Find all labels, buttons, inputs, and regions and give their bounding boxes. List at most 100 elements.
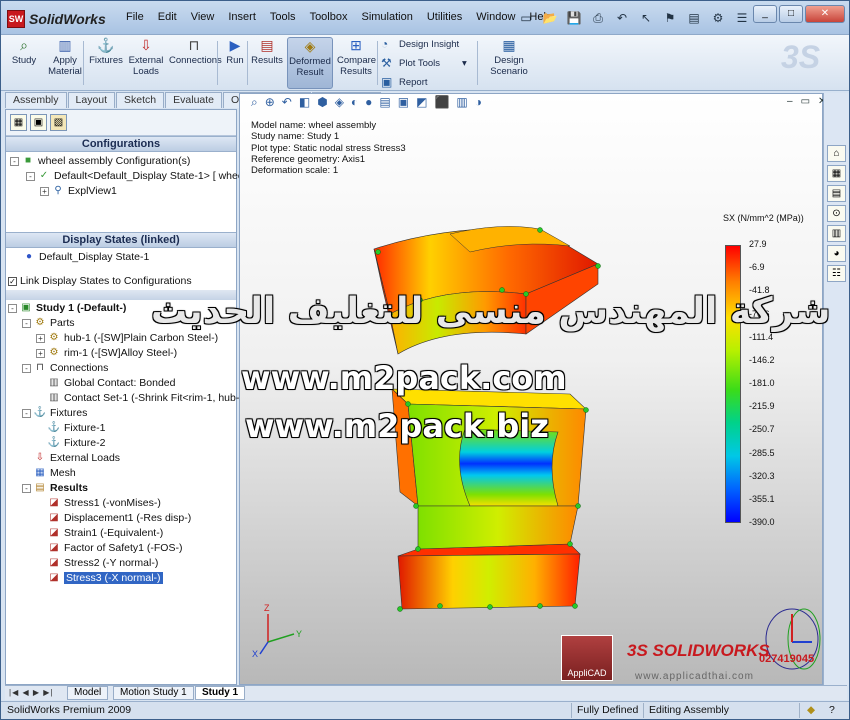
list-icon[interactable]: ☰ [732, 9, 752, 27]
fixtures-button[interactable]: ⚓ Fixtures [89, 37, 123, 89]
options-icon[interactable]: ⚙ [708, 9, 728, 27]
expand-toggle-icon[interactable]: + [40, 186, 49, 196]
display-style-icon[interactable]: ◈ [335, 95, 344, 110]
design-scenario-button[interactable]: ▦ Design Scenario [489, 37, 529, 89]
apply-material-button[interactable]: ▥ Apply Material [45, 37, 85, 89]
previous-view-icon[interactable]: ↶ [282, 95, 292, 110]
file-properties-icon[interactable]: ▤ [684, 9, 704, 27]
plot-tools-button[interactable]: ⚒ Plot Tools ▾ [381, 56, 467, 70]
file-explorer-icon[interactable]: ▤ [827, 185, 846, 202]
hide-show-icon[interactable]: ◐ [351, 95, 358, 110]
rebuild-status-icon[interactable]: ◆ [807, 704, 815, 716]
study-tree-item[interactable]: ◪ Factor of Safety1 (-FOS-) [36, 542, 182, 554]
viewport-restore-icon[interactable]: ▭ [801, 96, 810, 107]
edit-appearance-icon[interactable]: ● [365, 95, 372, 110]
bottom-tab-study-1[interactable]: Study 1 [195, 686, 246, 700]
study-tree-item[interactable]: ◪ Stress2 (-Y normal-) [36, 557, 158, 569]
feature-manager-tab-icon[interactable]: ▦ [10, 114, 27, 131]
external-loads-button[interactable]: ⇩ External Loads [127, 37, 165, 89]
maximize-button[interactable]: □ [779, 5, 803, 23]
rebuild-icon[interactable]: ⚑ [660, 9, 680, 27]
property-manager-tab-icon[interactable]: ▣ [30, 114, 47, 131]
design-library-icon[interactable]: ▦ [827, 165, 846, 182]
study-tree-item[interactable]: ◪ Displacement1 (-Res disp-) [36, 512, 191, 524]
expand-toggle-icon[interactable]: - [22, 363, 31, 373]
tab-assembly[interactable]: Assembly [5, 92, 67, 108]
shadow-icon[interactable]: ◩ [416, 95, 427, 110]
report-button[interactable]: ▣ Report [381, 75, 428, 89]
expand-toggle-icon[interactable]: - [22, 408, 31, 418]
cube-icon[interactable]: ⬛ [434, 95, 449, 110]
study-tree-item[interactable]: ⇩ External Loads [22, 452, 120, 464]
help-icon[interactable]: ? [829, 704, 835, 716]
display-state-item[interactable]: ● Default_Display State-1 [22, 251, 149, 263]
undo-icon[interactable]: ↶ [612, 9, 632, 27]
print-icon[interactable]: ⎙ [588, 9, 608, 27]
expand-toggle-icon[interactable]: - [10, 156, 19, 166]
study-tree-item[interactable]: ⚓ Fixture-2 [36, 437, 106, 449]
connections-button[interactable]: ⊓ Connections [169, 37, 222, 89]
custom-properties-icon[interactable]: ☷ [827, 265, 846, 282]
tab-sketch[interactable]: Sketch [116, 92, 165, 108]
tab-scroll-arrows[interactable]: |◀ ◀ ▶ ▶| [9, 688, 53, 697]
menu-item-utilities[interactable]: Utilities [420, 11, 469, 23]
new-document-icon[interactable]: ▭ [516, 9, 536, 27]
study-tree-item[interactable]: ◪ Stress1 (-vonMises-) [36, 497, 161, 509]
study-tree-item[interactable]: + ⚙ rim-1 (-[SW]Alloy Steel-) [36, 347, 177, 359]
configuration-manager-tab-icon[interactable]: ▧ [50, 114, 67, 131]
view-settings-icon[interactable]: ▣ [398, 95, 409, 110]
menu-item-tools[interactable]: Tools [263, 11, 303, 23]
display-pane-icon[interactable]: ▥ [456, 95, 467, 110]
study-button[interactable]: ⌕ Study [7, 37, 41, 89]
open-icon[interactable]: 📂 [540, 9, 560, 27]
study-tree-item[interactable]: - ⊓ Connections [22, 362, 108, 374]
save-icon[interactable]: 💾 [564, 9, 584, 27]
results-button[interactable]: ▤ Results [251, 37, 283, 89]
config-tree-item[interactable]: + ⚲ ExplView1 [40, 185, 117, 197]
select-icon[interactable]: ↖ [636, 9, 656, 27]
tab-layout[interactable]: Layout [67, 92, 116, 108]
appearance-icon[interactable]: ◑ [475, 95, 482, 110]
expand-toggle-icon[interactable]: - [22, 318, 31, 328]
menu-item-file[interactable]: File [119, 11, 151, 23]
solidworks-resources-icon[interactable]: ⌂ [827, 145, 846, 162]
study-tree-item[interactable]: - ▣ Study 1 (-Default-) [8, 302, 126, 314]
menu-item-edit[interactable]: Edit [151, 11, 184, 23]
scene-icon[interactable]: ▤ [379, 95, 390, 110]
bottom-tab-motion-study-1[interactable]: Motion Study 1 [113, 686, 194, 700]
dropdown-arrow-icon[interactable]: ▾ [462, 58, 467, 69]
deformed-result-button[interactable]: ◈ Deformed Result [287, 37, 333, 89]
compare-results-button[interactable]: ⊞ Compare Results [337, 37, 376, 89]
search-icon[interactable]: ⊙ [827, 205, 846, 222]
study-tree-item[interactable]: - ⚓ Fixtures [22, 407, 87, 419]
close-button[interactable]: ✕ [805, 5, 845, 23]
expand-toggle-icon[interactable]: + [36, 348, 45, 358]
menu-item-toolbox[interactable]: Toolbox [303, 11, 355, 23]
study-tree-item[interactable]: + ⚙ hub-1 (-[SW]Plain Carbon Steel-) [36, 332, 218, 344]
zoom-area-icon[interactable]: ⊕ [265, 95, 275, 110]
study-tree-item[interactable]: - ⚙ Parts [22, 317, 75, 329]
view-orientation-icon[interactable]: ⬢ [317, 95, 327, 110]
expand-toggle-icon[interactable]: - [22, 483, 31, 493]
expand-toggle-icon[interactable]: + [36, 333, 45, 343]
zoom-to-fit-icon[interactable]: ⌕ [251, 95, 258, 110]
study-tree-item[interactable]: ▥ Contact Set-1 (-Shrink Fit<rim-1, hub-1… [36, 392, 258, 404]
link-display-states-checkbox[interactable]: ✓ [8, 276, 17, 286]
study-tree-item[interactable]: ⚓ Fixture-1 [36, 422, 106, 434]
study-tree-item[interactable]: ▦ Mesh [22, 467, 75, 479]
minimize-button[interactable]: _ [753, 5, 777, 23]
tab-evaluate[interactable]: Evaluate [165, 92, 223, 108]
study-tree-item[interactable]: ◪ Strain1 (-Equivalent-) [36, 527, 163, 539]
appearances-icon[interactable]: ◕ [827, 245, 846, 262]
run-button[interactable]: ▶ Run [223, 37, 247, 89]
viewport-minimize-icon[interactable]: – [787, 96, 793, 107]
menu-item-window[interactable]: Window [469, 11, 522, 23]
config-tree-item[interactable]: - ■ wheel assembly Configuration(s) [10, 155, 190, 167]
study-tree-item[interactable]: - ▤ Results [22, 482, 88, 494]
study-tree-item[interactable]: ▥ Global Contact: Bonded [36, 377, 175, 389]
bottom-tab-model[interactable]: Model [67, 686, 109, 700]
study-tree-item[interactable]: ◪ Stress3 (-X normal-) [36, 572, 163, 584]
design-insight-button[interactable]: ◔ Design Insight [381, 37, 459, 51]
section-view-icon[interactable]: ◧ [299, 95, 310, 110]
config-tree-item[interactable]: - ✓ Default<Default_Display State-1> [ whe… [26, 170, 246, 182]
